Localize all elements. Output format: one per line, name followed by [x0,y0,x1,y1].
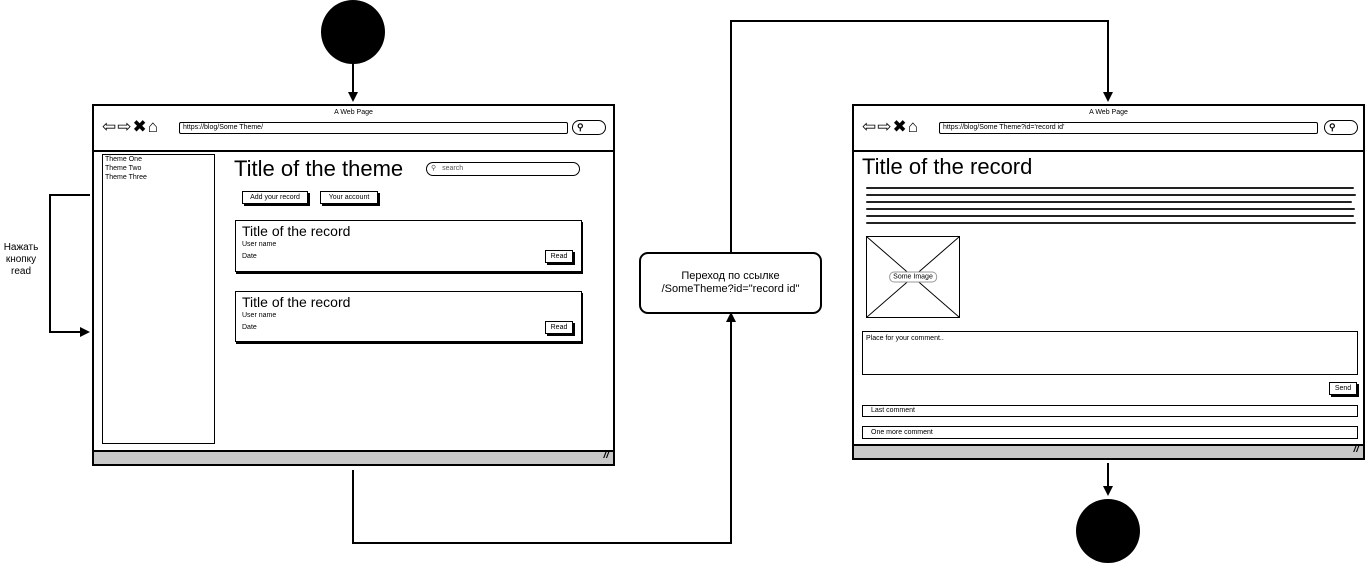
nav-icons[interactable]: ⇦⇨✖⌂ [102,118,159,135]
record-browser-window: A Web Page ⇦⇨✖⌂ https://blog/Some Theme?… [852,104,1365,460]
account-button[interactable]: Your account [320,191,378,204]
search-icon: ⚲ [1329,122,1336,132]
sidebar-item-theme-one[interactable]: Theme One [103,155,214,164]
home-icon[interactable]: ⌂ [908,117,919,136]
text-line [866,201,1352,203]
read-button[interactable]: Read [545,321,573,334]
go-button[interactable]: ⚲ [572,120,606,135]
comment-placeholder: Place for your comment.. [866,335,944,342]
read-button[interactable]: Read [545,250,573,263]
note-line: Нажать [3,242,39,253]
image-label: Some Image [889,271,937,283]
status-bar: // [94,450,613,464]
text-line [866,215,1354,217]
comment-input[interactable]: Place for your comment.. [862,331,1358,375]
record-date: Date [242,324,257,331]
back-icon[interactable]: ⇦ [102,117,117,136]
window-title: A Web Page [1089,109,1128,116]
text-line [866,208,1355,210]
close-icon[interactable]: ✖ [133,117,148,136]
theme-browser-window: A Web Page ⇦⇨✖⌂ https://blog/Some Theme/… [92,104,615,466]
record-title: Title of the record [242,294,351,310]
record-user: User name [242,312,277,319]
comment-item: One more comment [862,426,1358,439]
end-node [1076,499,1140,563]
send-button[interactable]: Send [1329,382,1357,395]
sidebar-item-theme-two[interactable]: Theme Two [103,164,214,173]
window-title: A Web Page [334,109,373,116]
text-line [866,222,1356,224]
sidebar-item-theme-three[interactable]: Theme Three [103,173,214,182]
record-user: User name [242,241,277,248]
back-icon[interactable]: ⇦ [862,117,877,136]
forward-icon[interactable]: ⇨ [117,117,132,136]
comment-item: Last comment [862,405,1358,417]
record-title: Title of the record [242,223,351,239]
close-icon[interactable]: ✖ [893,117,908,136]
search-placeholder: search [442,165,464,172]
record-date: Date [242,253,257,260]
transition-line: Переход по ссылке [681,270,780,282]
text-line [866,187,1354,189]
add-record-button[interactable]: Add your record [242,191,308,204]
home-icon[interactable]: ⌂ [148,117,159,136]
record-card: Title of the record User name Date Read [235,220,582,272]
resize-grip-icon[interactable]: // [1353,444,1359,455]
arrow-press-read [49,194,90,337]
search-input[interactable]: ⚲ search [426,162,580,176]
url-bar[interactable]: https://blog/Some Theme?id='record id' [939,122,1318,134]
browser-toolbar: A Web Page ⇦⇨✖⌂ https://blog/Some Theme/… [94,106,613,152]
browser-toolbar: A Web Page ⇦⇨✖⌂ https://blog/Some Theme?… [854,106,1363,152]
search-icon: ⚲ [577,122,584,132]
note-line: read [10,266,31,277]
comment-text: Last comment [871,407,915,414]
record-card: Title of the record User name Date Read [235,291,582,342]
text-line [866,194,1356,196]
start-node [321,0,385,64]
theme-sidebar: Theme One Theme Two Theme Three [102,154,215,444]
transition-line: /SomeTheme?id="record id" [661,283,800,295]
go-button[interactable]: ⚲ [1324,120,1358,135]
nav-icons[interactable]: ⇦⇨✖⌂ [862,118,919,135]
url-bar[interactable]: https://blog/Some Theme/ [179,122,568,134]
page-title: Title of the theme [234,156,404,181]
magnifier-icon: ⚲ [431,165,437,172]
record-page-title: Title of the record [862,154,1033,179]
record-image-placeholder: Some Image [866,236,960,318]
press-read-note: Нажать кнопку read [0,242,42,278]
resize-grip-icon[interactable]: // [603,450,609,461]
transition-bubble: Переход по ссылке /SomeTheme?id="record … [639,252,822,314]
forward-icon[interactable]: ⇨ [877,117,892,136]
note-line: кнопку [5,254,37,265]
status-bar: // [854,444,1363,458]
comment-text: One more comment [871,429,933,436]
